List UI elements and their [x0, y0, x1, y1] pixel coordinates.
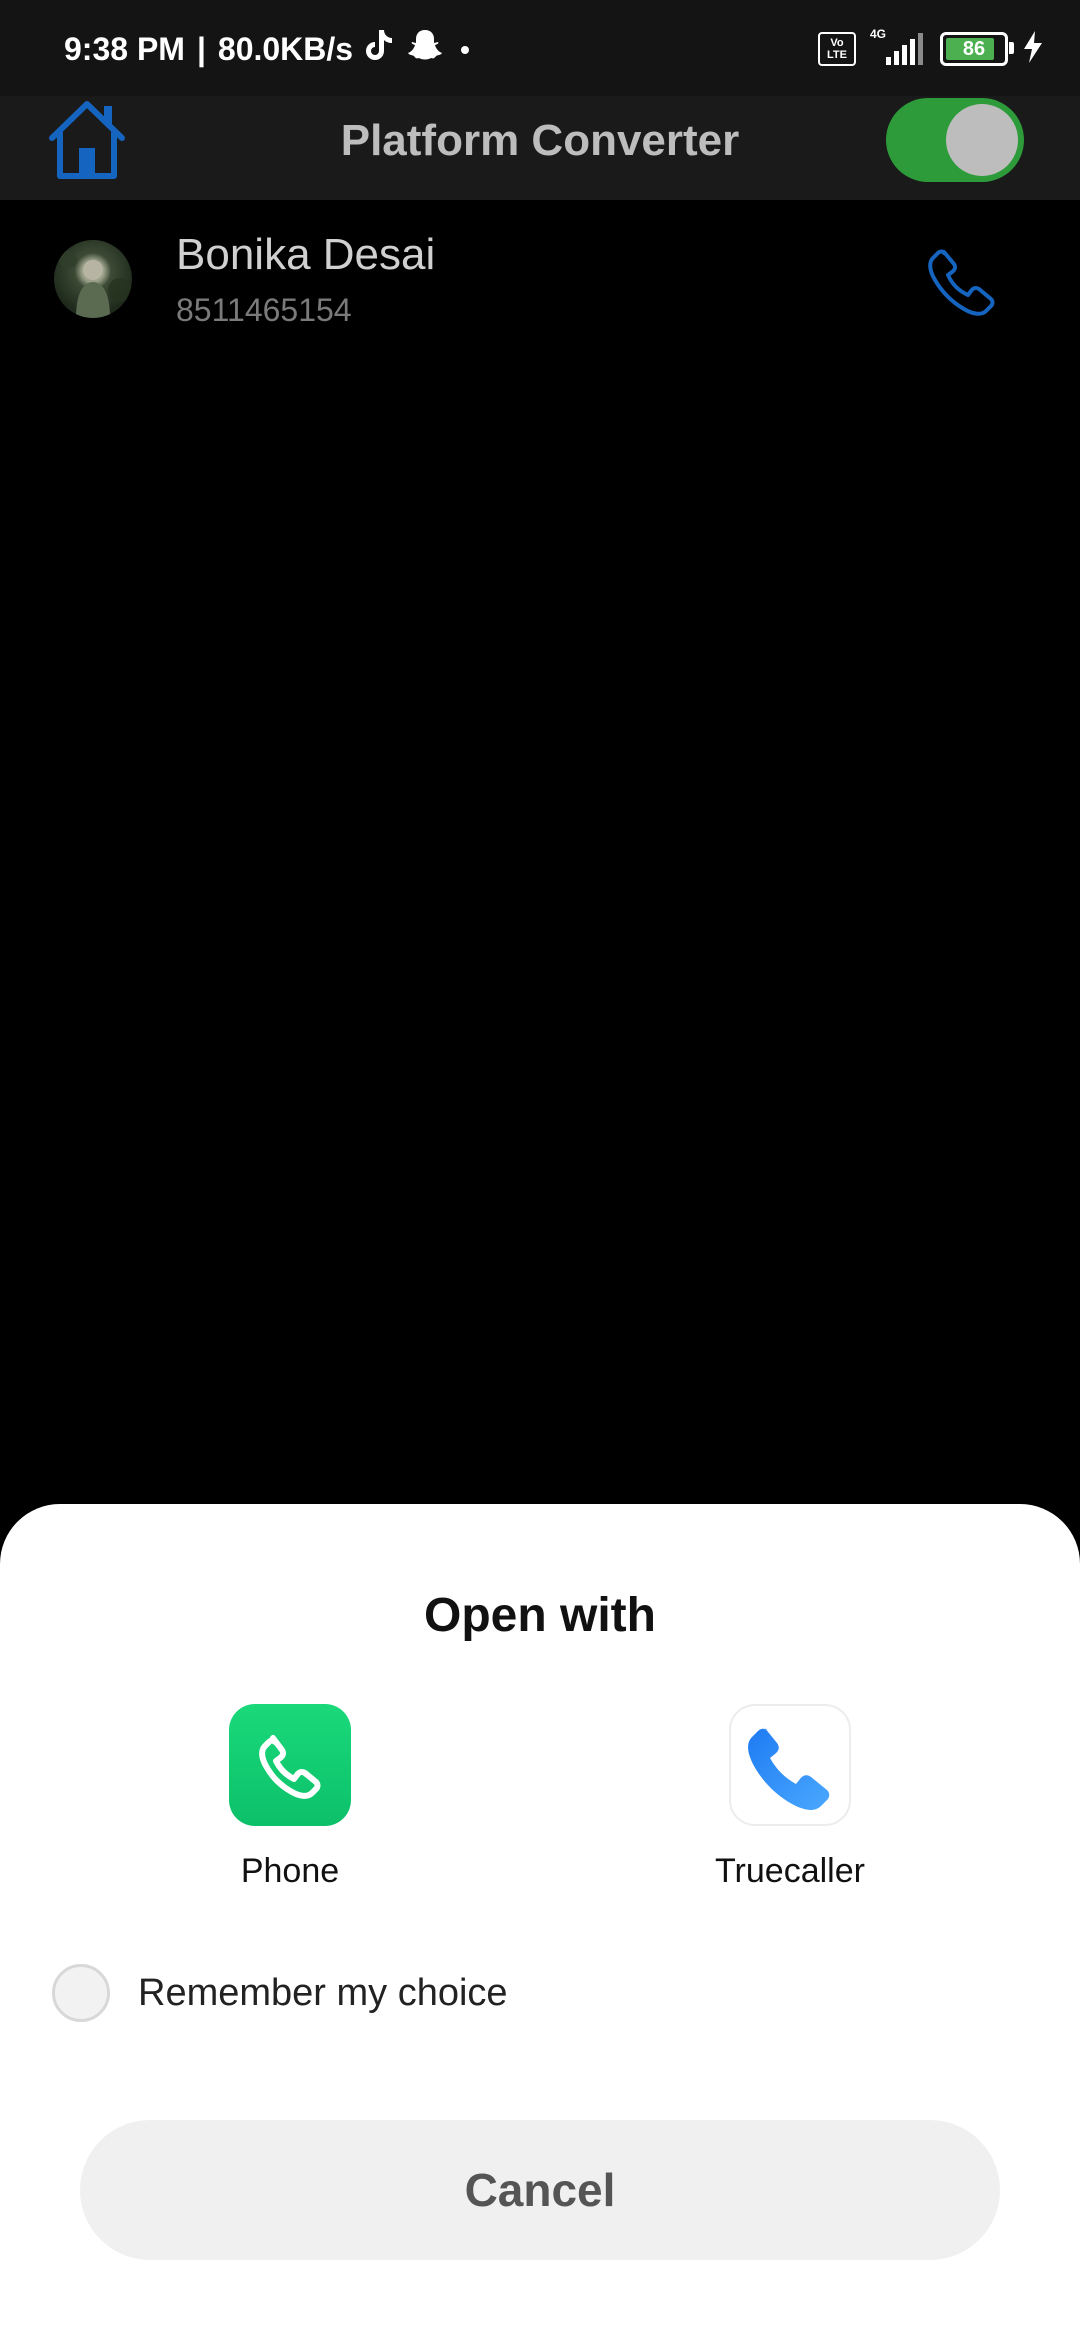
status-right: Vo LTE 4G 86 — [818, 26, 1044, 72]
signal-icon: 4G — [870, 27, 926, 65]
truecaller-app-option[interactable]: Truecaller — [660, 1704, 920, 1891]
remember-choice[interactable]: Remember my choice — [52, 1960, 508, 2026]
app-bar: Platform Converter — [0, 96, 1080, 200]
network-speed: 80.0KB/s — [217, 30, 354, 67]
network-type: 4G — [870, 27, 887, 41]
cancel-button[interactable]: Cancel — [80, 2120, 1000, 2260]
volte-icon: Vo LTE — [818, 32, 856, 66]
phone-app-label: Phone — [240, 1852, 340, 1890]
remember-choice-label: Remember my choice — [138, 1971, 508, 2014]
contact-number: 8511465154 — [176, 292, 352, 328]
truecaller-app-icon — [729, 1704, 851, 1826]
charging-icon — [1022, 30, 1044, 69]
contact-row[interactable]: Bonika Desai 8511465154 — [0, 200, 1080, 360]
snapchat-icon — [407, 28, 443, 70]
tiktok-icon — [365, 28, 395, 70]
status-separator: | — [196, 30, 206, 67]
open-with-sheet: Open with Phone Truecaller Remember my c… — [0, 1504, 1080, 2340]
phone-app-icon — [229, 1704, 351, 1826]
status-time: 9:38 PM — [64, 30, 185, 67]
remember-choice-radio[interactable] — [52, 1964, 110, 2022]
battery-level: 86 — [962, 37, 986, 60]
home-icon — [42, 101, 132, 186]
battery-icon: 86 — [940, 32, 1014, 66]
call-button[interactable] — [926, 244, 1000, 318]
contact-name: Bonika Desai — [176, 230, 436, 279]
sheet-title: Open with — [424, 1589, 656, 1642]
toggle-knob — [946, 104, 1018, 176]
status-left: 9:38 PM | 80.0KB/s — [64, 24, 475, 74]
notification-dot-icon — [455, 31, 475, 68]
phone-app-option[interactable]: Phone — [160, 1704, 420, 1891]
truecaller-app-label: Truecaller — [715, 1852, 865, 1890]
status-bar: 9:38 PM | 80.0KB/s Vo LTE 4G 86 — [0, 0, 1080, 96]
avatar — [54, 240, 132, 318]
phone-icon — [926, 249, 1000, 322]
volte-top: Vo — [830, 37, 844, 49]
volte-bottom: LTE — [827, 49, 847, 61]
platform-toggle[interactable] — [886, 98, 1024, 182]
